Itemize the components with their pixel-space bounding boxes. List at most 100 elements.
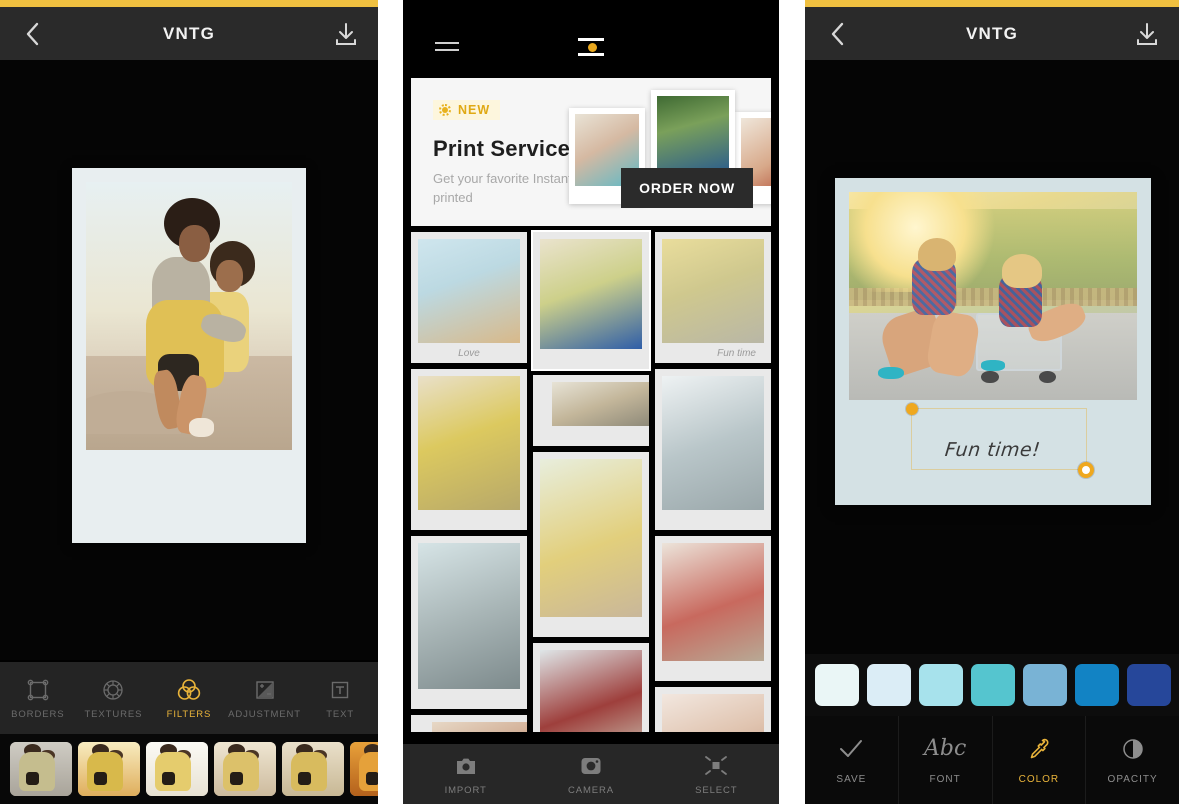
import-photo-icon xyxy=(453,753,479,779)
photo-card-caption xyxy=(662,510,764,530)
new-badge-label: NEW xyxy=(458,103,491,117)
photo-card-guitar-couple[interactable]: Love xyxy=(411,232,527,363)
photo-card-guitar-girl[interactable] xyxy=(655,536,771,681)
panel3-tool-bar: SAVE Abc FONT COLOR OPACITY xyxy=(805,716,1179,804)
eyedropper-icon xyxy=(1026,736,1052,762)
color-swatch-strip[interactable] xyxy=(805,654,1179,716)
tool-textures[interactable]: TEXTURES xyxy=(76,662,152,734)
banner-title: Print Service xyxy=(433,136,571,161)
photo-card-red-cardigan[interactable] xyxy=(533,643,649,732)
text-overlay-area[interactable]: Fun time! xyxy=(849,400,1137,500)
filter-thumbnail-strip[interactable] xyxy=(0,734,378,804)
borders-icon xyxy=(25,677,51,703)
opacity-half-circle-icon xyxy=(1120,736,1146,762)
download-icon[interactable] xyxy=(332,20,360,48)
panel1-tool-bar: BORDERS TEXTURES FILTERS ADJUSTMENT TEXT xyxy=(0,662,378,734)
nav-camera[interactable]: CAMERA xyxy=(528,744,653,804)
text-handle-bottom-right[interactable] xyxy=(1078,462,1094,478)
app-logo-icon[interactable] xyxy=(578,38,604,56)
check-icon xyxy=(838,736,864,762)
nav-import[interactable]: IMPORT xyxy=(403,744,528,804)
photo-card-three-girls[interactable] xyxy=(411,715,527,732)
panel-gap-2 xyxy=(779,0,805,804)
nav-select[interactable]: SELECT xyxy=(654,744,779,804)
panel-gap-1 xyxy=(378,0,403,804)
photo-card-bw-piggyback[interactable] xyxy=(411,536,527,709)
polaroid-preview[interactable] xyxy=(72,168,306,543)
filter-thumb-2[interactable] xyxy=(78,742,140,796)
tool-color[interactable]: COLOR xyxy=(993,716,1087,804)
tool-font[interactable]: Abc FONT xyxy=(899,716,993,804)
tool-opacity-label: OPACITY xyxy=(1107,773,1158,785)
polaroid-preview[interactable]: Fun time! xyxy=(835,178,1151,505)
new-badge: NEW xyxy=(433,100,501,120)
photo-card-kids-walking[interactable] xyxy=(533,375,649,446)
tool-color-label: COLOR xyxy=(1018,773,1060,785)
color-swatch-4[interactable] xyxy=(971,664,1015,706)
screenshot-stage: VNTG BORDERS TEXTURES FILTERS ADJUSTMENT… xyxy=(0,0,1179,804)
polaroid-caption-area xyxy=(86,450,292,528)
filter-thumb-1[interactable] xyxy=(10,742,72,796)
photo-card-bw-blossom[interactable] xyxy=(655,369,771,530)
sun-icon xyxy=(439,104,451,116)
filter-thumb-3[interactable] xyxy=(146,742,208,796)
tool-borders[interactable]: BORDERS xyxy=(0,662,76,734)
photo-grid-column-3: Fun time xyxy=(655,232,771,732)
nav-camera-label: CAMERA xyxy=(567,784,615,796)
panel-gallery: NEW Print Service Get your favorite Inst… xyxy=(403,0,779,804)
color-swatch-1[interactable] xyxy=(815,664,859,706)
back-icon[interactable] xyxy=(18,20,46,48)
tool-text[interactable]: TEXT xyxy=(302,662,378,734)
back-icon[interactable] xyxy=(823,20,851,48)
color-swatch-3[interactable] xyxy=(919,664,963,706)
color-swatch-5[interactable] xyxy=(1023,664,1067,706)
download-icon[interactable] xyxy=(1133,20,1161,48)
tool-textures-label: TEXTURES xyxy=(84,708,143,720)
photo-card-hat-woman[interactable] xyxy=(411,369,527,530)
photo-card-caption xyxy=(540,617,642,637)
panel1-title: VNTG xyxy=(162,23,216,43)
photo-card-caption xyxy=(418,510,520,530)
panel2-header xyxy=(403,0,779,78)
panel3-navbar: VNTG xyxy=(805,7,1179,60)
filters-icon xyxy=(176,677,202,703)
caption-text[interactable]: Fun time! xyxy=(944,439,1042,461)
photo-card-caption: Fun time xyxy=(717,347,756,359)
tool-adjustment-label: ADJUSTMENT xyxy=(228,708,302,720)
tool-filters-label: FILTERS xyxy=(166,708,212,720)
filter-thumb-4[interactable] xyxy=(214,742,276,796)
panel1-editor-canvas[interactable] xyxy=(0,60,378,660)
photo-shopping-cart-girls xyxy=(849,192,1137,400)
photo-card-caption xyxy=(540,349,642,369)
photo-card-beach-piggyback[interactable] xyxy=(533,452,649,637)
color-swatch-6[interactable] xyxy=(1075,664,1119,706)
photo-card-child-portrait[interactable] xyxy=(655,687,771,732)
filter-thumb-5[interactable] xyxy=(282,742,344,796)
panel-editor-text-color: VNTG Fun time! SAVE Abc FONT COLOR OPACI… xyxy=(805,0,1179,804)
photo-grid-column-1: Love xyxy=(411,232,527,732)
order-now-button[interactable]: ORDER NOW xyxy=(621,168,753,208)
color-swatch-7[interactable] xyxy=(1127,664,1171,706)
photo-card-caption xyxy=(662,661,764,681)
text-handle-top-left[interactable] xyxy=(906,403,918,415)
text-icon xyxy=(327,677,353,703)
photo-card-caption xyxy=(540,426,642,446)
photo-card-mother-child[interactable] xyxy=(531,230,651,371)
panel-editor-filters: VNTG BORDERS TEXTURES FILTERS ADJUSTMENT… xyxy=(0,0,378,804)
photo-beach-piggyback xyxy=(86,182,292,450)
camera-icon xyxy=(578,753,604,779)
select-icon xyxy=(703,753,729,779)
tool-adjustment[interactable]: ADJUSTMENT xyxy=(227,662,303,734)
photo-card-skateboard-girls[interactable]: Fun time xyxy=(655,232,771,363)
color-swatch-2[interactable] xyxy=(867,664,911,706)
tool-filters[interactable]: FILTERS xyxy=(151,662,227,734)
panel3-editor-canvas[interactable]: Fun time! xyxy=(805,60,1179,655)
nav-select-label: SELECT xyxy=(695,784,738,796)
tool-save[interactable]: SAVE xyxy=(805,716,899,804)
hamburger-menu-icon[interactable] xyxy=(435,42,459,56)
print-service-banner[interactable]: NEW Print Service Get your favorite Inst… xyxy=(411,78,771,226)
filter-thumb-6[interactable] xyxy=(350,742,378,796)
photo-grid[interactable]: Love Fun time xyxy=(403,226,779,732)
tool-opacity[interactable]: OPACITY xyxy=(1086,716,1179,804)
panel3-title: VNTG xyxy=(965,23,1019,43)
